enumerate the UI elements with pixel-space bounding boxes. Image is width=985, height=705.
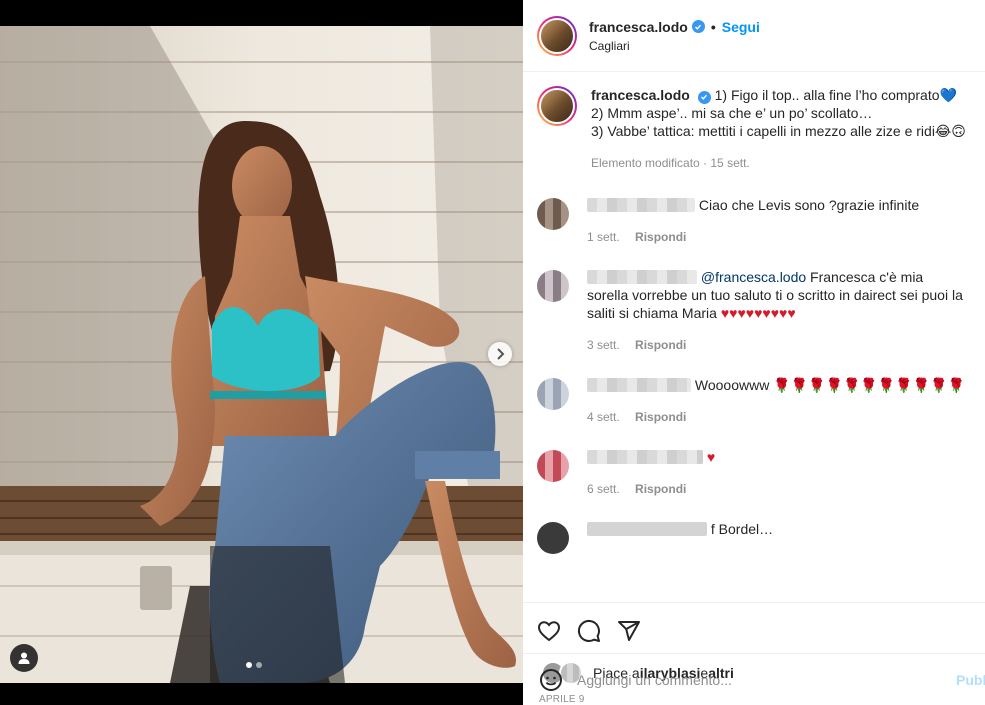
user-tag-button[interactable] xyxy=(10,644,38,672)
comment-item: Ciao che Levis sono ?grazie infinite 1 s… xyxy=(523,196,985,246)
author-username[interactable]: francesca.lodo xyxy=(589,19,688,35)
header-separator: • xyxy=(710,18,716,35)
post-caption: francesca.lodo 1) Figo il top.. alla fin… xyxy=(523,72,985,172)
carousel-dot-active xyxy=(246,662,252,668)
comment-text: Woooowww 🌹🌹🌹🌹🌹🌹🌹🌹🌹🌹🌹 xyxy=(694,377,965,393)
caption-username[interactable]: francesca.lodo xyxy=(591,87,690,103)
chevron-right-icon xyxy=(497,348,505,360)
comments-scroll-area[interactable]: francesca.lodo 1) Figo il top.. alla fin… xyxy=(523,72,985,602)
commenter-avatar[interactable] xyxy=(537,198,569,230)
emoji-icon[interactable] xyxy=(539,668,563,692)
comment-time: 1 sett. xyxy=(587,230,620,244)
post-header: francesca.lodo • Segui Cagliari xyxy=(523,0,985,72)
reply-button[interactable]: Rispondi xyxy=(635,482,686,496)
publish-button[interactable]: Pubblica xyxy=(956,672,985,688)
carousel-dot xyxy=(256,662,262,668)
author-avatar[interactable] xyxy=(537,15,577,56)
commenter-username-blurred[interactable] xyxy=(587,378,691,392)
post-photo[interactable] xyxy=(0,26,523,683)
commenter-username-blurred[interactable] xyxy=(587,450,703,464)
commenter-avatar[interactable] xyxy=(537,450,569,482)
caption-line-1: 1) Figo il top.. alla fine l’ho comprato… xyxy=(714,87,957,103)
user-tag-icon xyxy=(18,652,30,664)
heart-icon[interactable] xyxy=(537,619,561,643)
comment-text: f Bordel… xyxy=(710,521,774,537)
comment-item: Woooowww 🌹🌹🌹🌹🌹🌹🌹🌹🌹🌹🌹 4 sett. Rispondi xyxy=(523,376,985,426)
comment-item: @francesca.lodo Francesca c'è mia sorell… xyxy=(523,268,985,354)
reply-button[interactable]: Rispondi xyxy=(635,410,686,424)
follow-button[interactable]: Segui xyxy=(722,19,760,35)
commenter-avatar[interactable] xyxy=(537,378,569,410)
verified-badge-icon xyxy=(691,20,705,33)
comment-item-partial: f Bordel… xyxy=(523,520,985,554)
verified-badge-icon xyxy=(697,90,711,104)
add-comment-bar: Aggiungi un commento... Pubblica xyxy=(523,653,985,705)
reply-button[interactable]: Rispondi xyxy=(635,230,686,244)
comment-time: 3 sett. xyxy=(587,338,620,352)
comment-time: 4 sett. xyxy=(587,410,620,424)
comment-icon[interactable] xyxy=(577,619,601,643)
caption-meta: Elemento modificato · 15 sett. xyxy=(591,156,750,170)
carousel-indicator xyxy=(246,662,262,668)
heart-emoji: ♥ xyxy=(706,449,716,465)
comment-mention[interactable]: @francesca.lodo xyxy=(701,269,806,285)
comment-item: ♥ 6 sett. Rispondi xyxy=(523,448,985,498)
heart-emojis: ♥♥♥♥♥♥♥♥♥ xyxy=(720,305,796,321)
reply-button[interactable]: Rispondi xyxy=(635,338,686,352)
commenter-username-blurred[interactable] xyxy=(587,198,695,212)
post-location[interactable]: Cagliari xyxy=(589,39,760,53)
post-side-panel: francesca.lodo • Segui Cagliari francesc… xyxy=(523,0,985,705)
commenter-username-blurred[interactable] xyxy=(587,522,707,536)
photo-illustration xyxy=(0,26,523,683)
caption-avatar[interactable] xyxy=(537,86,577,126)
caption-line-2: 2) Mmm aspe’.. mi sa che e’ un po’ scoll… xyxy=(591,105,873,121)
commenter-username-blurred[interactable] xyxy=(587,270,697,284)
carousel-next-button[interactable] xyxy=(488,342,512,366)
post-modal: francesca.lodo • Segui Cagliari francesc… xyxy=(0,0,985,705)
commenter-avatar[interactable] xyxy=(537,522,569,554)
comment-input[interactable]: Aggiungi un commento... xyxy=(577,672,985,688)
share-icon[interactable] xyxy=(617,619,641,643)
caption-line-3: 3) Vabbe’ tattica: mettiti i capelli in … xyxy=(591,123,966,139)
comment-text: Ciao che Levis sono ?grazie infinite xyxy=(698,197,920,213)
comment-time: 6 sett. xyxy=(587,482,620,496)
media-panel xyxy=(0,0,523,705)
commenter-avatar[interactable] xyxy=(537,270,569,302)
post-actions xyxy=(523,602,985,658)
